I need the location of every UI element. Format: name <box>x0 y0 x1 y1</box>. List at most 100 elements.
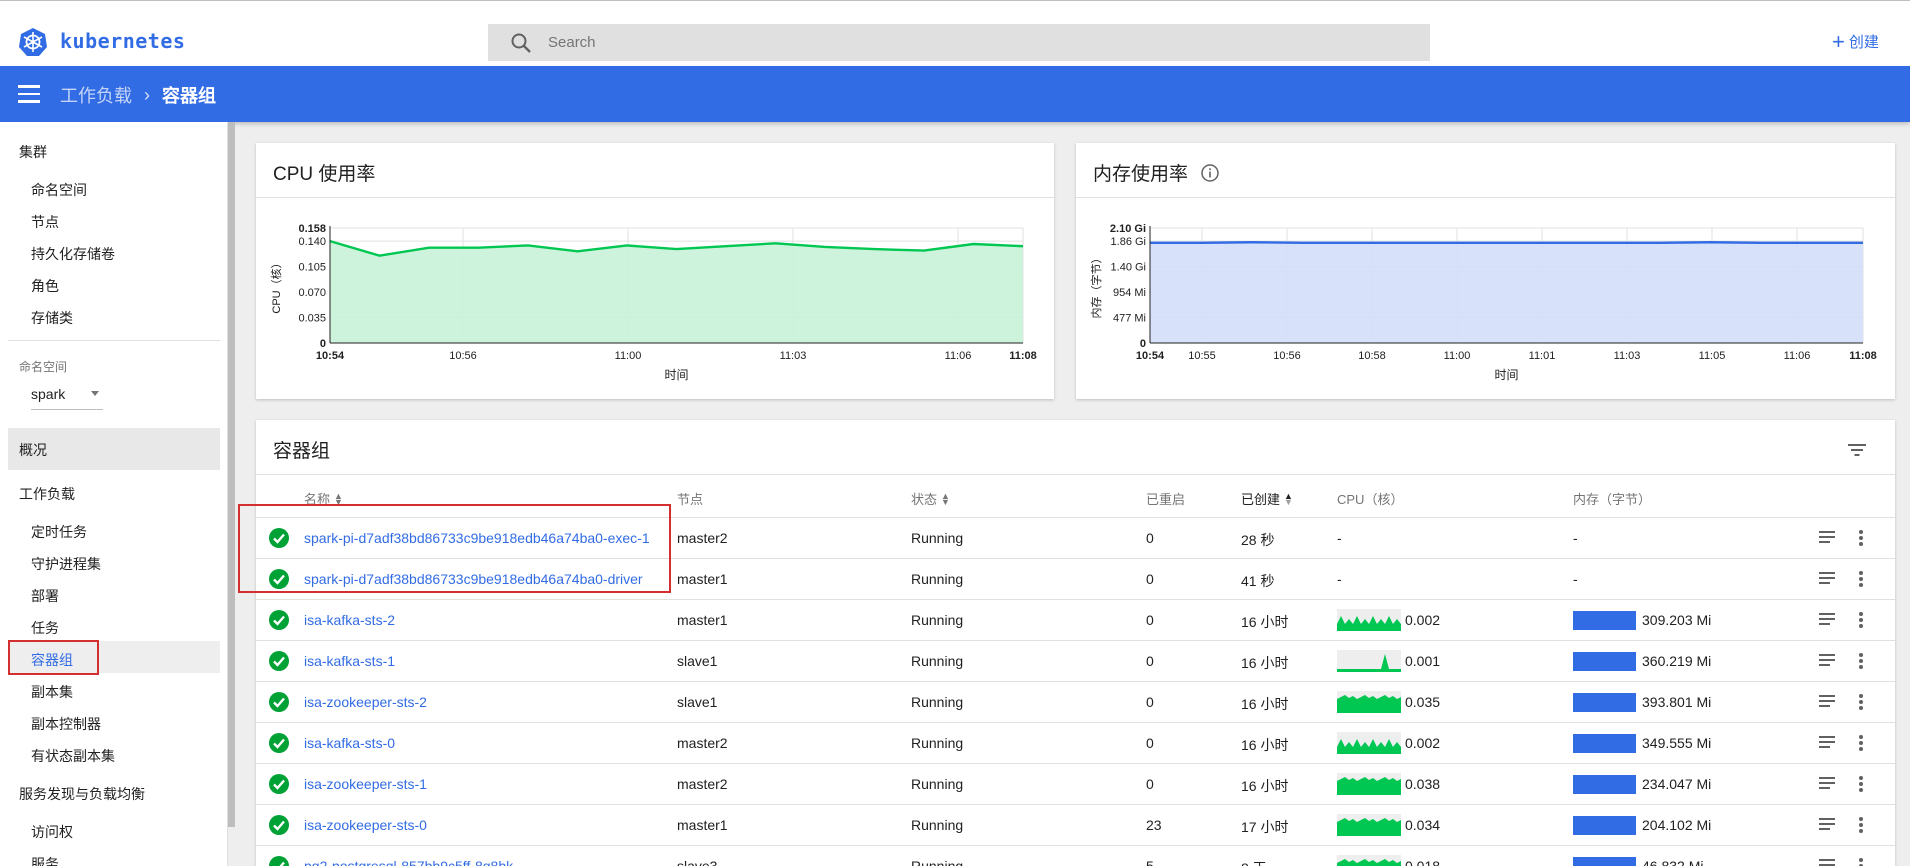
more-vert-icon[interactable] <box>1858 652 1864 670</box>
more-vert-icon[interactable] <box>1858 570 1864 588</box>
pod-cpu: 0.001 <box>1405 653 1441 669</box>
filter-icon[interactable] <box>1847 442 1867 458</box>
chart-x-tick-label: 10:58 <box>1358 350 1386 362</box>
create-button[interactable]: + 创建 <box>1832 30 1879 52</box>
more-vert-icon[interactable] <box>1858 529 1864 547</box>
pod-node: master2 <box>677 735 728 751</box>
sidebar-item-jobs[interactable]: 任务 <box>31 618 59 638</box>
caret-down-icon <box>91 391 99 396</box>
logs-icon[interactable] <box>1818 529 1836 545</box>
pod-memory: 204.102 Mi <box>1642 817 1712 833</box>
pod-status: Running <box>911 776 964 792</box>
table-row[interactable]: isa-zookeeper-sts-2 slave1 Running 0 16 小时 0.… <box>256 681 1895 722</box>
cpu-sparkline <box>1337 732 1401 754</box>
pod-memory: - <box>1573 530 1578 546</box>
chart-x-tick-label: 11:01 <box>1529 350 1556 362</box>
logs-icon[interactable] <box>1818 734 1836 750</box>
pod-name-link[interactable]: isa-kafka-sts-1 <box>304 653 395 669</box>
sidebar-item-statefulsets[interactable]: 有状态副本集 <box>31 746 115 766</box>
sidebar-overview[interactable]: 概况 <box>19 440 47 460</box>
more-vert-icon[interactable] <box>1858 816 1864 834</box>
sort-active-icon: ▲ ▼ <box>1284 490 1293 507</box>
sidebar-scrollbar[interactable] <box>228 122 235 827</box>
namespace-select[interactable]: spark <box>31 386 103 410</box>
pod-restarts: 0 <box>1146 694 1154 710</box>
pod-name-link[interactable]: isa-zookeeper-sts-2 <box>304 694 427 710</box>
more-vert-icon[interactable] <box>1858 734 1864 752</box>
sidebar-item-nodes[interactable]: 节点 <box>31 212 59 232</box>
pod-name-link[interactable]: isa-kafka-sts-0 <box>304 735 395 751</box>
chart-y-tick-label: 0.070 <box>298 287 326 299</box>
column-label-status: 状态 <box>911 492 938 507</box>
logs-icon[interactable] <box>1818 775 1836 791</box>
pod-node: master1 <box>677 612 728 628</box>
pod-cpu: 0.034 <box>1405 817 1441 833</box>
sidebar-item-ingresses[interactable]: 访问权 <box>31 822 73 842</box>
more-vert-icon[interactable] <box>1858 775 1864 793</box>
table-row[interactable]: isa-zookeeper-sts-0 master1 Running 23 17 小时… <box>256 804 1895 845</box>
logs-icon[interactable] <box>1818 611 1836 627</box>
sidebar-workloads[interactable]: 工作负载 <box>19 484 75 504</box>
sidebar-item-persistent-volumes[interactable]: 持久化存储卷 <box>31 244 115 264</box>
table-row[interactable]: isa-kafka-sts-1 slave1 Running 0 16 小时 0.001 3… <box>256 640 1895 681</box>
sidebar-item-cronjobs[interactable]: 定时任务 <box>31 522 87 542</box>
pod-created: 16 小时 <box>1241 655 1289 671</box>
table-row[interactable]: isa-zookeeper-sts-1 master2 Running 0 16 小时 0… <box>256 763 1895 804</box>
kubernetes-logo-icon[interactable] <box>18 27 48 57</box>
pod-name-link[interactable]: pg2-postgresql-857bb9c5ff-8q8bk <box>304 858 513 866</box>
logs-icon[interactable] <box>1818 570 1836 586</box>
memory-sparkline <box>1573 693 1636 712</box>
more-vert-icon[interactable] <box>1858 611 1864 629</box>
pods-card-title: 容器组 <box>273 441 331 462</box>
pod-name-link[interactable]: isa-zookeeper-sts-0 <box>304 817 427 833</box>
logs-icon[interactable] <box>1818 693 1836 709</box>
pod-memory: - <box>1573 571 1578 587</box>
success-check-icon <box>269 733 289 753</box>
cpu-sparkline <box>1337 650 1401 672</box>
pod-created: 16 小时 <box>1241 778 1289 794</box>
table-row[interactable]: pg2-postgresql-857bb9c5ff-8q8bk slave3 Run… <box>256 845 1895 866</box>
sidebar-item-namespaces[interactable]: 命名空间 <box>31 180 87 200</box>
pod-restarts: 0 <box>1146 776 1154 792</box>
pod-status: Running <box>911 817 964 833</box>
column-header-created[interactable]: 已创建 ▲ ▼ <box>1241 489 1293 508</box>
more-vert-icon[interactable] <box>1858 857 1864 866</box>
sidebar-item-replication-controllers[interactable]: 副本控制器 <box>31 714 101 734</box>
chart-y-axis-label: 内存（字节） <box>1089 253 1103 319</box>
success-check-icon <box>269 774 289 794</box>
logs-icon[interactable] <box>1818 652 1836 668</box>
logs-icon[interactable] <box>1818 857 1836 866</box>
sidebar-item-deployments[interactable]: 部署 <box>31 586 59 606</box>
search-input[interactable] <box>548 24 1408 61</box>
sidebar-cluster[interactable]: 集群 <box>19 142 47 162</box>
column-header-status[interactable]: 状态 ▲ ▼ <box>911 489 950 508</box>
breadcrumb-workloads[interactable]: 工作负载 <box>60 82 132 108</box>
sidebar-item-storage-classes[interactable]: 存储类 <box>31 308 73 328</box>
chart-x-tick-label: 10:56 <box>449 350 477 362</box>
cpu-sparkline-fill <box>1337 695 1401 713</box>
brand-name[interactable]: kubernetes <box>60 29 185 53</box>
cpu-sparkline-fill <box>1337 777 1401 795</box>
pod-name-link[interactable]: isa-kafka-sts-2 <box>304 612 395 628</box>
chart-x-tick-label: 11:06 <box>945 350 972 362</box>
table-row[interactable]: isa-kafka-sts-0 master2 Running 0 16 小时 0.002… <box>256 722 1895 763</box>
sidebar-item-daemonsets[interactable]: 守护进程集 <box>31 554 101 574</box>
sidebar-item-services[interactable]: 服务 <box>31 854 59 866</box>
sidebar: 集群 命名空间 节点 持久化存储卷 角色 存储类 命名空间 spark 概况 工… <box>0 122 235 866</box>
search-icon <box>511 33 531 53</box>
search-bar[interactable] <box>488 24 1430 61</box>
table-row[interactable]: isa-kafka-sts-2 master1 Running 0 16 小时 0.002… <box>256 599 1895 640</box>
pod-name-link[interactable]: isa-zookeeper-sts-1 <box>304 776 427 792</box>
sidebar-item-roles[interactable]: 角色 <box>31 276 59 296</box>
more-vert-icon[interactable] <box>1858 693 1864 711</box>
sidebar-discovery[interactable]: 服务发现与负载均衡 <box>19 784 145 804</box>
logs-icon[interactable] <box>1818 816 1836 832</box>
pod-created: 28 秒 <box>1241 532 1275 548</box>
chart-x-tick-label: 11:08 <box>1009 350 1037 362</box>
menu-icon[interactable] <box>18 85 40 103</box>
pod-memory: 360.219 Mi <box>1642 653 1712 669</box>
column-header-restarts: 已重启 <box>1146 492 1186 507</box>
sidebar-item-replicasets[interactable]: 副本集 <box>31 682 73 702</box>
pod-created: 8 天 <box>1241 858 1267 866</box>
pod-node: master2 <box>677 530 728 546</box>
